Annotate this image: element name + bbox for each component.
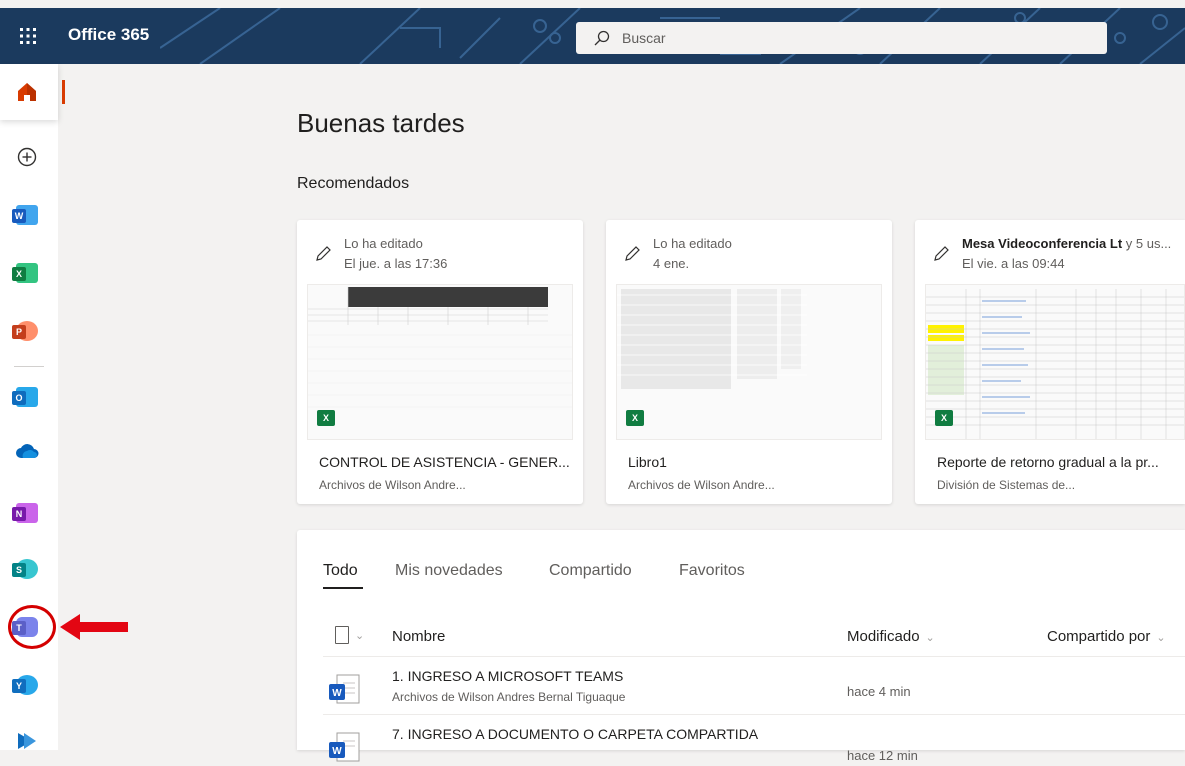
excel-file-icon: X: [317, 410, 335, 426]
onenote-letter: N: [12, 507, 26, 521]
pencil-icon: [625, 246, 640, 261]
card-file-location: División de Sistemas de...: [937, 478, 1076, 492]
home-active-indicator: [62, 80, 65, 104]
search-box[interactable]: Buscar: [576, 22, 1107, 54]
recommended-card[interactable]: Lo ha editado El jue. a las 17:36 X CONT…: [297, 220, 583, 504]
word-file-icon: W: [329, 732, 360, 762]
card-thumbnail: [616, 284, 882, 440]
nav-outlook[interactable]: O: [10, 380, 44, 414]
file-type-icon: [335, 626, 349, 644]
excel-icon: X: [12, 263, 38, 283]
recommended-card[interactable]: Lo ha editado 4 ene. X Libro1 Archivos d…: [606, 220, 892, 504]
active-tab-underline: [323, 587, 363, 589]
nav-home[interactable]: [10, 75, 44, 109]
waffle-icon: [20, 28, 36, 44]
powerpoint-letter: P: [12, 325, 26, 339]
nav-more-app[interactable]: [10, 724, 44, 758]
word-letter: W: [12, 209, 26, 223]
outlook-letter: O: [12, 391, 26, 405]
search-icon: [594, 30, 610, 46]
column-header-shared-label: Compartido por: [1047, 628, 1151, 645]
outlook-icon: O: [12, 387, 38, 407]
pencil-icon: [316, 246, 331, 261]
excel-letter: X: [12, 267, 26, 281]
table-row[interactable]: W 7. INGRESO A DOCUMENTO O CARPETA COMPA…: [297, 722, 1185, 766]
column-header-modified[interactable]: Modificado ⌄: [847, 628, 935, 645]
card-date: El jue. a las 17:36: [344, 256, 448, 271]
file-name: 7. INGRESO A DOCUMENTO O CARPETA COMPART…: [392, 726, 759, 742]
chevron-down-icon[interactable]: ⌄: [355, 629, 364, 642]
brand-title[interactable]: Office 365: [68, 25, 149, 45]
column-header-modified-label: Modificado: [847, 628, 920, 645]
pencil-icon: [934, 246, 949, 261]
tab-compartido[interactable]: Compartido: [549, 562, 632, 580]
onenote-icon: N: [12, 503, 38, 523]
card-activity: Mesa Videoconferencia Lt y 5 us...: [962, 236, 1171, 251]
excel-file-icon: X: [626, 410, 644, 426]
file-modified: hace 4 min: [847, 684, 911, 699]
card-date: El vie. a las 09:44: [962, 256, 1065, 271]
card-thumbnail: [307, 284, 573, 440]
card-activity-user: Mesa Videoconferencia Lt: [962, 236, 1123, 251]
file-modified: hace 12 min: [847, 748, 918, 763]
sharepoint-letter: S: [12, 563, 26, 577]
red-arrow-icon: [60, 614, 128, 640]
stream-icon: [18, 733, 36, 749]
word-icon: W: [12, 205, 38, 225]
powerpoint-icon: P: [12, 321, 38, 341]
tab-todo[interactable]: Todo: [323, 562, 358, 580]
spreadsheet-preview: [617, 289, 807, 389]
card-activity: Lo ha editado: [344, 236, 423, 251]
spreadsheet-preview: [308, 287, 572, 408]
page-title: Buenas tardes: [297, 108, 465, 138]
card-file-location: Archivos de Wilson Andre...: [628, 478, 775, 492]
app-launcher-button[interactable]: [0, 8, 56, 64]
card-activity: Lo ha editado: [653, 236, 732, 251]
files-panel: Todo Mis novedades Compartido Favoritos …: [297, 530, 1185, 763]
file-location: Archivos de Wilson Andres Bernal Tiguaqu…: [392, 690, 626, 704]
search-placeholder: Buscar: [622, 30, 666, 46]
nav-create[interactable]: [10, 140, 44, 174]
svg-text:W: W: [332, 746, 342, 757]
column-header-shared-by[interactable]: Compartido por ⌄: [1047, 628, 1166, 645]
plus-circle-icon: [17, 147, 37, 167]
card-file-name: Reporte de retorno gradual a la pr...: [937, 454, 1159, 470]
column-header-name[interactable]: Nombre: [392, 628, 445, 645]
svg-text:W: W: [332, 688, 342, 699]
excel-file-icon: X: [935, 410, 953, 426]
tab-mis-novedades[interactable]: Mis novedades: [395, 562, 503, 580]
file-name: 1. INGRESO A MICROSOFT TEAMS: [392, 668, 624, 684]
sharepoint-icon: S: [12, 559, 38, 579]
card-file-location: Archivos de Wilson Andre...: [319, 478, 466, 492]
nav-divider: [14, 366, 44, 367]
nav-sharepoint[interactable]: S: [10, 552, 44, 586]
home-icon: [18, 83, 36, 101]
spreadsheet-preview: [926, 289, 1184, 439]
card-file-name: CONTROL DE ASISTENCIA - GENER...: [319, 454, 570, 470]
tab-favoritos[interactable]: Favoritos: [679, 562, 745, 580]
nav-yammer[interactable]: Y: [10, 668, 44, 702]
top-bar: Office 365 Buscar: [0, 8, 1185, 64]
chevron-down-icon: ⌄: [925, 632, 935, 644]
nav-powerpoint[interactable]: P: [10, 314, 44, 348]
nav-word[interactable]: W: [10, 198, 44, 232]
nav-onedrive[interactable]: [10, 434, 44, 468]
recommended-heading: Recomendados: [297, 175, 410, 192]
recommended-card[interactable]: Mesa Videoconferencia Lt y 5 us... El vi…: [915, 220, 1185, 504]
nav-onenote[interactable]: N: [10, 496, 44, 530]
word-file-icon: W: [329, 674, 360, 704]
chevron-down-icon: ⌄: [1156, 632, 1166, 644]
card-thumbnail: [925, 284, 1185, 440]
card-activity-more: y 5 us...: [1122, 236, 1172, 251]
row-separator: [323, 714, 1185, 715]
onedrive-cloud-icon: [16, 444, 39, 458]
teams-highlight-circle: [8, 605, 56, 649]
yammer-icon: Y: [12, 675, 38, 695]
table-row[interactable]: W 1. INGRESO A MICROSOFT TEAMS Archivos …: [297, 664, 1185, 708]
card-file-name: Libro1: [628, 454, 667, 470]
card-date: 4 ene.: [653, 256, 690, 271]
row-separator: [323, 656, 1185, 657]
nav-excel[interactable]: X: [10, 256, 44, 290]
yammer-letter: Y: [12, 679, 26, 693]
